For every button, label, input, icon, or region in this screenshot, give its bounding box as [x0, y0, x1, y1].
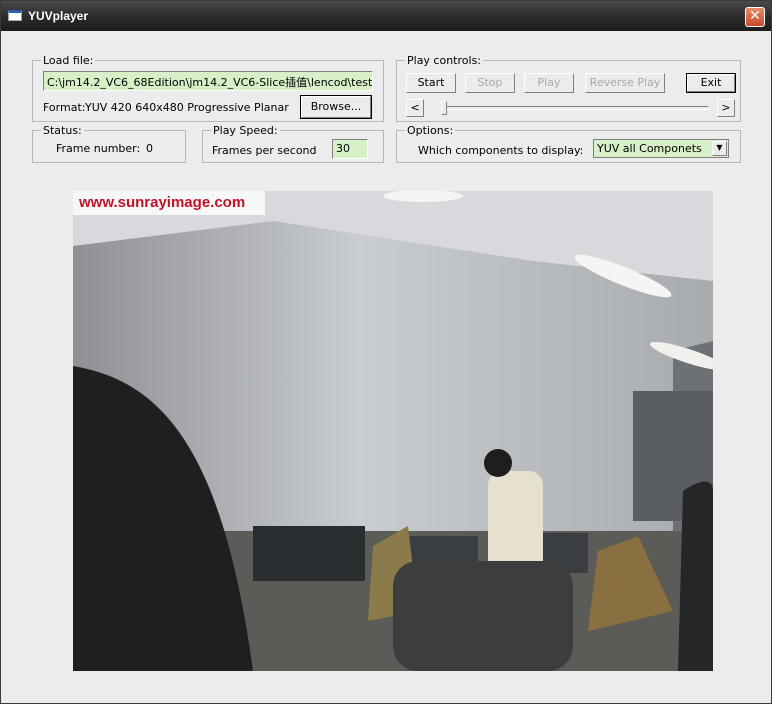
app-window: YUVplayer ✕ Load file: C:\jm14.2_VC6_68E…	[0, 0, 772, 704]
chevron-right-icon: >	[721, 101, 731, 114]
components-select-value: YUV all Componets	[597, 142, 702, 155]
file-path-field[interactable]: C:\jm14.2_VC6_68Edition\jm14.2_VC6-Slice…	[43, 71, 373, 91]
position-slider-track[interactable]	[441, 106, 709, 110]
start-button[interactable]: Start	[406, 73, 456, 93]
play-controls-legend: Play controls:	[405, 54, 484, 67]
play-speed-legend: Play Speed:	[211, 124, 280, 137]
frame-number-label: Frame number:	[56, 142, 141, 155]
stop-button[interactable]: Stop	[465, 73, 515, 93]
scroll-left-button[interactable]: <	[406, 99, 424, 117]
close-icon: ✕	[749, 8, 761, 24]
components-label: Which components to display:	[418, 144, 584, 157]
close-button[interactable]: ✕	[745, 7, 765, 27]
load-file-legend: Load file:	[41, 54, 96, 67]
title-bar[interactable]: YUVplayer ✕	[1, 1, 771, 31]
load-file-group: Load file: C:\jm14.2_VC6_68Edition\jm14.…	[32, 54, 384, 122]
status-legend: Status:	[41, 124, 84, 137]
format-label: Format:	[43, 101, 86, 114]
video-frame: www.sunrayimage.com	[73, 191, 713, 671]
options-group: Options: Which components to display: YU…	[396, 124, 741, 163]
browse-button[interactable]: Browse...	[300, 95, 372, 119]
position-slider-thumb[interactable]	[441, 101, 447, 115]
frame-number-value: 0	[146, 142, 153, 155]
watermark-text: www.sunrayimage.com	[73, 191, 265, 215]
options-legend: Options:	[405, 124, 456, 137]
play-speed-group: Play Speed: Frames per second 30	[202, 124, 384, 163]
chevron-left-icon: <	[410, 101, 420, 114]
exit-button[interactable]: Exit	[686, 73, 736, 93]
play-controls-group: Play controls: Start Stop Play Reverse P…	[396, 54, 741, 122]
window-icon	[8, 10, 22, 21]
chevron-down-icon[interactable]: ▼	[712, 141, 727, 156]
scroll-right-button[interactable]: >	[717, 99, 735, 117]
status-group: Status: Frame number: 0	[32, 124, 186, 163]
fps-label: Frames per second	[212, 144, 317, 157]
window-title: YUVplayer	[28, 9, 89, 23]
reverse-play-button[interactable]: Reverse Play	[585, 73, 665, 93]
components-select[interactable]: YUV all Componets ▼	[593, 139, 729, 158]
video-image	[73, 191, 713, 671]
play-button[interactable]: Play	[524, 73, 574, 93]
fps-input[interactable]: 30	[332, 139, 368, 159]
format-value: YUV 420 640x480 Progressive Planar	[85, 101, 289, 114]
